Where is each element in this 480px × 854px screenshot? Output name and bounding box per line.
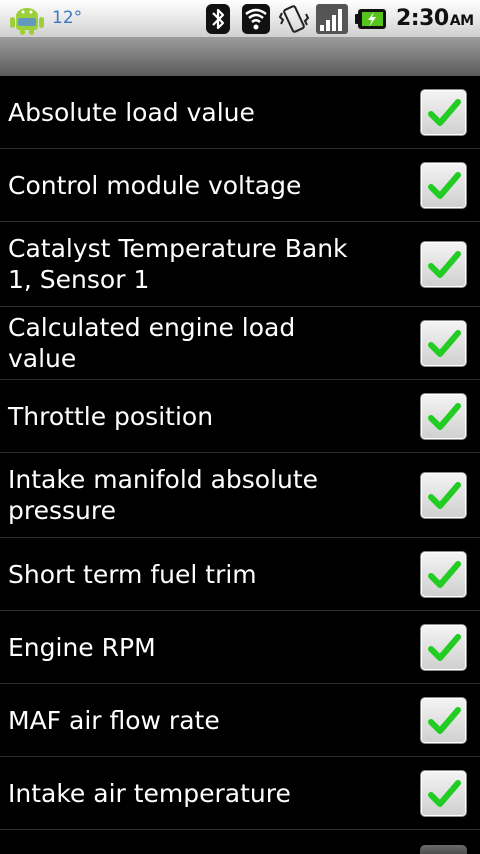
checkbox[interactable] — [420, 161, 467, 209]
checkbox[interactable] — [420, 550, 467, 598]
list-item-label: Calculated engine load value — [8, 313, 296, 373]
checkbox[interactable] — [420, 319, 467, 367]
checkbox[interactable] — [420, 769, 467, 817]
list-item-label: Engine RPM — [8, 632, 156, 662]
list-item[interactable]: Intake air temperature — [0, 757, 480, 830]
checkmark-icon — [428, 706, 461, 734]
checkbox[interactable] — [420, 696, 467, 744]
clock-time: 2:30 — [396, 6, 449, 31]
list-item[interactable]: Control module voltage — [0, 149, 480, 222]
checkmark-icon — [428, 560, 461, 588]
list-item[interactable]: Catalyst Temperature Bank 1, Sensor 1 — [0, 222, 480, 307]
checkbox[interactable] — [420, 471, 467, 519]
list-item-label: Control module voltage — [8, 170, 302, 200]
wifi-icon — [242, 4, 270, 34]
list-item[interactable]: Calculated engine load value — [0, 307, 480, 380]
signal-icon — [316, 4, 348, 34]
vibrate-icon — [278, 5, 310, 33]
list-item-label: Absolute load value — [8, 97, 255, 127]
list-item-label: Short term fuel trim — [8, 559, 257, 589]
list-item[interactable]: Short term fuel trim — [0, 538, 480, 611]
temperature-readout: 12° — [52, 8, 83, 28]
checkmark-icon — [428, 402, 461, 430]
checkmark-icon — [428, 250, 461, 278]
list-item[interactable]: Absolute load value — [0, 76, 480, 149]
sensor-list: Absolute load value Control module voltag… — [0, 76, 480, 830]
checkmark-icon — [428, 171, 461, 199]
checkbox[interactable] — [420, 240, 467, 288]
clock: 2:30AM — [396, 6, 474, 31]
partial-checkbox[interactable] — [420, 845, 467, 854]
clock-ampm: AM — [449, 13, 474, 29]
list-item-label: MAF air flow rate — [8, 705, 220, 735]
list-item[interactable]: Throttle position — [0, 380, 480, 453]
checkmark-icon — [428, 329, 461, 357]
list-item-label: Throttle position — [8, 401, 214, 431]
list-item[interactable]: Intake manifold absolute pressure — [0, 453, 480, 538]
bluetooth-icon — [206, 4, 230, 34]
checkbox[interactable] — [420, 623, 467, 671]
status-bar: 12° 2:30AM — [0, 0, 480, 38]
list-item-label: Catalyst Temperature Bank 1, Sensor 1 — [8, 234, 348, 294]
checkbox[interactable] — [420, 88, 467, 136]
checkmark-icon — [428, 98, 461, 126]
android-weather-icon — [10, 8, 44, 35]
list-item-label: Intake air temperature — [8, 778, 291, 808]
list-item-label: Intake manifold absolute pressure — [8, 465, 319, 525]
battery-charging-icon — [355, 9, 386, 29]
checkmark-icon — [428, 481, 461, 509]
title-bar — [0, 38, 480, 76]
checkmark-icon — [428, 633, 461, 661]
checkmark-icon — [428, 779, 461, 807]
list-item[interactable]: MAF air flow rate — [0, 684, 480, 757]
checkbox[interactable] — [420, 392, 467, 440]
list-item[interactable]: Engine RPM — [0, 611, 480, 684]
